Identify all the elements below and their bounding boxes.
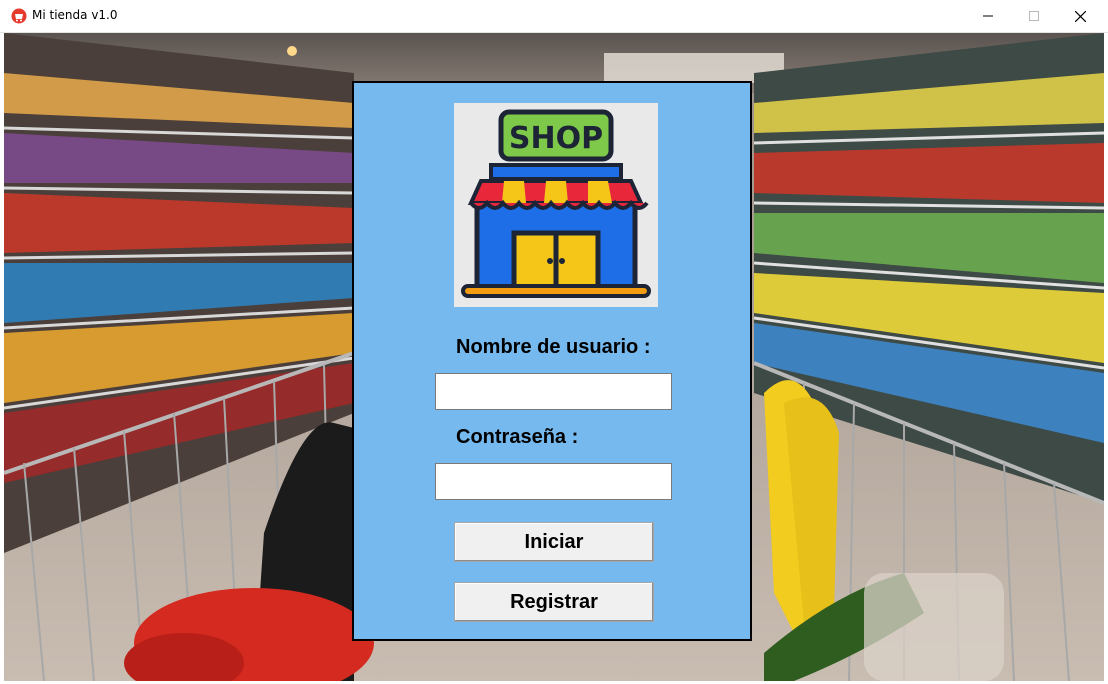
minimize-icon [983,15,993,17]
password-input[interactable] [435,463,672,500]
app-window: Mi tienda v1.0 SHOP Nombre de usuario: … [0,0,1108,684]
username-input[interactable] [435,373,672,410]
minimize-button[interactable] [965,0,1011,32]
shop-storefront-icon: SHOP [461,109,651,298]
close-icon [1074,10,1086,22]
username-label: Nombre de usuario : [456,336,651,358]
window-title: Mi tienda v1.0 [32,8,118,22]
maximize-icon [1029,11,1039,21]
close-button[interactable] [1057,0,1103,32]
shop-sign-text: SHOP [509,121,603,156]
title-bar[interactable]: Mi tienda v1.0 [0,0,1108,33]
login-button[interactable]: Iniciar [454,522,654,562]
register-button[interactable]: Registrar [454,582,654,622]
app-icon [11,8,27,24]
shop-logo: SHOP [454,103,658,307]
password-label: Contraseña : [456,426,579,448]
maximize-button[interactable] [1011,0,1057,32]
login-panel: SHOP Nombre de usuario: Contraseña: In… [352,81,752,641]
